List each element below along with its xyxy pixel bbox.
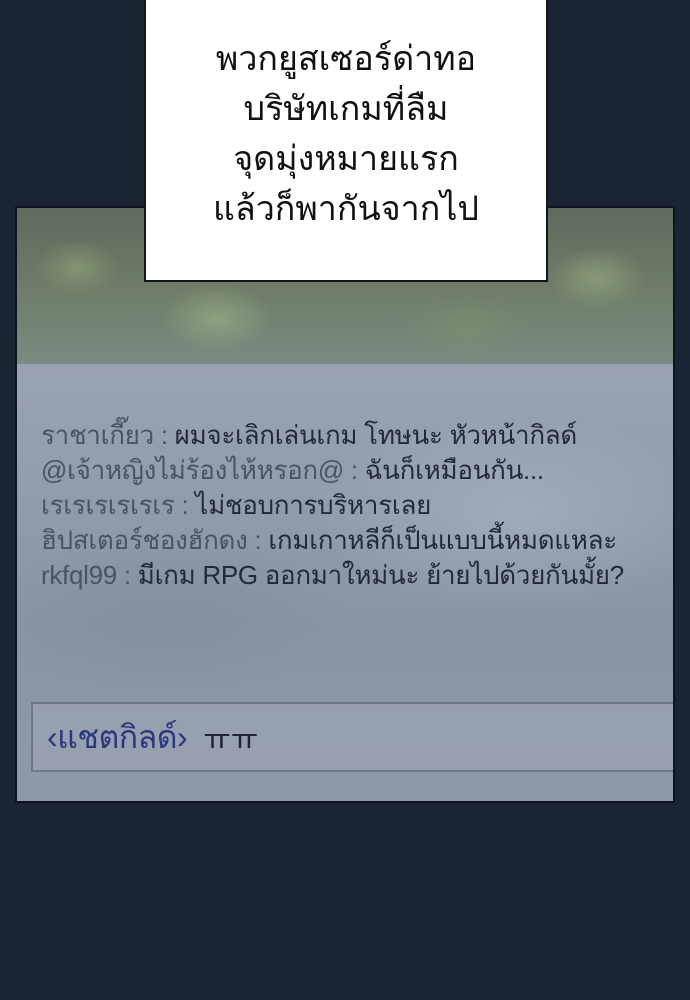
narration-caption-box: พวกยูสเซอร์ด่าทอ บริษัทเกมที่ลืม จุดมุ่ง… (144, 0, 548, 282)
chat-separator: : (247, 525, 269, 555)
chat-line: ฮิปสเตอร์ชองฮักดง : เกมเกาหลีก็เป็นแบบนี… (41, 523, 661, 558)
caption-line: จุดมุ่งหมายแรก (233, 140, 459, 178)
caption-line: แล้วก็พากันจากไป (212, 190, 480, 228)
game-screen-panel: ราชาเกี๊ยว : ผมจะเลิกเล่นเกม โทษนะ หัวหน… (15, 206, 675, 803)
chat-line: rkfql99 : มีเกม RPG ออกมาใหม่นะ ย้ายไปด้… (41, 558, 661, 593)
chat-input-text: ㅠㅠ (203, 724, 259, 757)
chat-separator: : (116, 560, 138, 590)
caption-line: พวกยูสเซอร์ด่าทอ (215, 40, 477, 78)
chat-username: เรเรเรเรเรเร (41, 490, 175, 520)
chat-username: ฮิปสเตอร์ชองฮักดง (41, 525, 248, 555)
chat-message: เกมเกาหลีก็เป็นแบบนี้หมดแหละ (268, 525, 617, 555)
chat-username: @เจ้าหญิงไม่ร้องไห้หรอก@ (41, 455, 344, 485)
chat-line: @เจ้าหญิงไม่ร้องไห้หรอก@ : ฉันก็เหมือนกั… (41, 453, 661, 488)
chat-message: ฉันก็เหมือนกัน... (364, 455, 544, 485)
chat-separator: : (174, 490, 196, 520)
chat-separator: : (343, 455, 365, 485)
chat-message: มีเกม RPG ออกมาใหม่นะ ย้ายไปด้วยกันมั้ย? (137, 560, 624, 590)
caption-line: บริษัทเกมที่ลืม (243, 90, 449, 128)
chat-username: rkfql99 (41, 560, 117, 590)
chat-message: ผมจะเลิกเล่นเกม โทษนะ หัวหน้ากิลด์ (174, 420, 578, 450)
chat-line: เรเรเรเรเรเร : ไม่ชอบการบริหารเลย (41, 488, 661, 523)
chat-line: ราชาเกี๊ยว : ผมจะเลิกเล่นเกม โทษนะ หัวหน… (41, 418, 661, 453)
chat-separator: : (153, 420, 175, 450)
chat-input-field[interactable]: ‹แชตกิลด์› ㅠㅠ (31, 702, 673, 772)
chat-message: ไม่ชอบการบริหารเลย (195, 490, 432, 520)
chat-log: ราชาเกี๊ยว : ผมจะเลิกเล่นเกม โทษนะ หัวหน… (41, 418, 661, 593)
chat-channel-label: ‹แชตกิลด์› (47, 718, 188, 755)
chat-username: ราชาเกี๊ยว (41, 420, 154, 450)
